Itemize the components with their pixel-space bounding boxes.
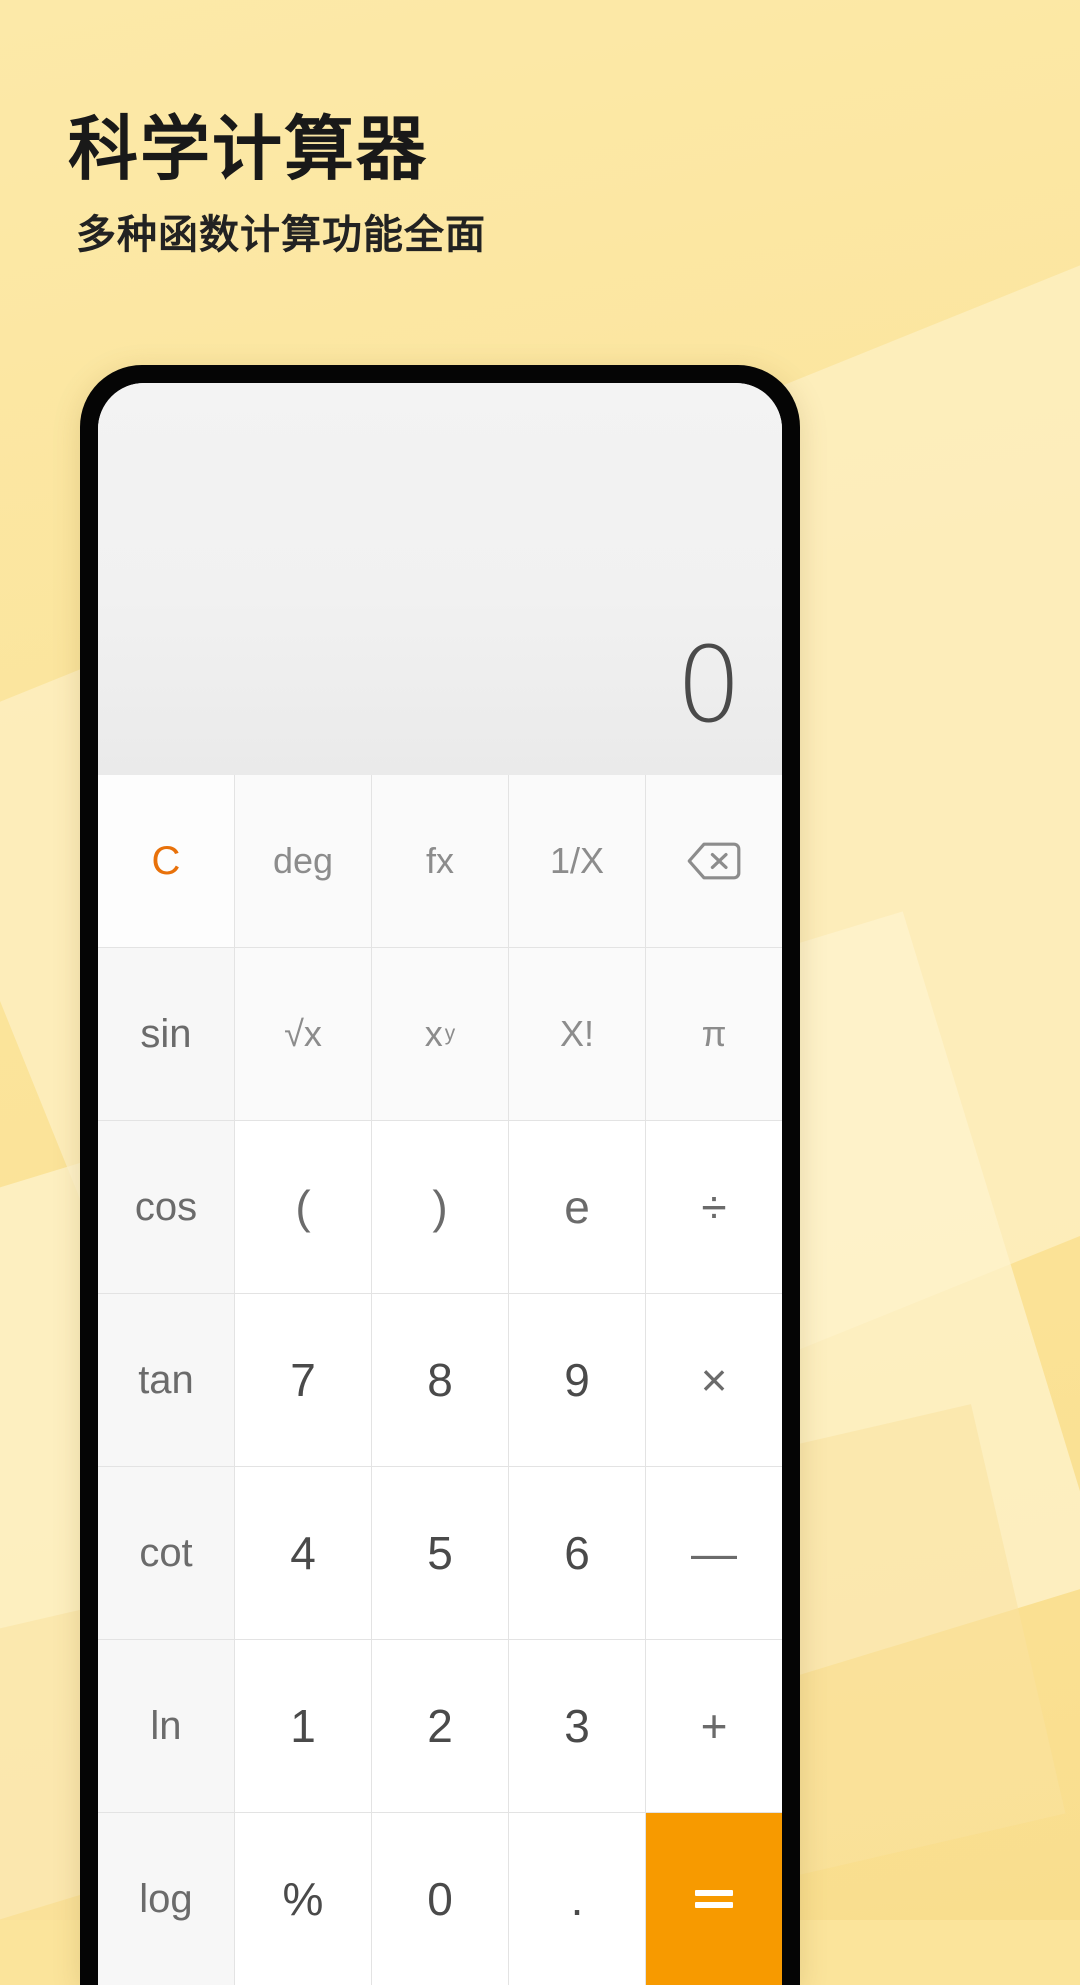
key-ln[interactable]: ln — [98, 1640, 234, 1812]
key-label: ) — [432, 1181, 448, 1233]
key-0[interactable]: 0 — [372, 1813, 508, 1985]
key-label: ÷ — [701, 1181, 727, 1233]
key-decimal[interactable]: . — [509, 1813, 645, 1985]
key-label-exponent: y — [444, 1022, 456, 1045]
key-label: π — [701, 1013, 727, 1054]
key-log[interactable]: log — [98, 1813, 234, 1985]
key-label: — — [691, 1527, 737, 1579]
key-6[interactable]: 6 — [509, 1467, 645, 1639]
phone-screen: 0 Cdeg fx 1/X sin √x x y X! π cos () e ÷ tan 7 8 9 × cot 4 5… — [98, 383, 782, 1985]
keypad-row: cot 4 5 6 — — [98, 1467, 782, 1639]
key-fx[interactable]: fx — [372, 775, 508, 947]
key-label: deg — [272, 840, 334, 881]
key-cos[interactable]: cos — [98, 1121, 234, 1293]
key-8[interactable]: 8 — [372, 1294, 508, 1466]
key-label: 1/X — [549, 840, 605, 881]
key-deg[interactable]: deg — [235, 775, 371, 947]
key-label: e — [564, 1181, 590, 1233]
key-label: log — [139, 1876, 193, 1921]
key-paren-open[interactable]: ( — [235, 1121, 371, 1293]
key-percent[interactable]: % — [235, 1813, 371, 1985]
keypad-row: sin √x x y X! π — [98, 948, 782, 1120]
keypad-row: cos () e ÷ — [98, 1121, 782, 1293]
key-2[interactable]: 2 — [372, 1640, 508, 1812]
key-subtract[interactable]: — — [646, 1467, 782, 1639]
calculator-keypad: Cdeg fx 1/X sin √x x y X! π cos () e ÷ tan 7 8 9 × cot 4 5 6 —… — [98, 775, 782, 1985]
keypad-row: ln 1 2 3 + — [98, 1640, 782, 1812]
key-factorial[interactable]: X! — [509, 948, 645, 1120]
display-value: 0 — [675, 624, 742, 746]
key-label: ln — [150, 1703, 182, 1748]
key-label: x — [424, 1013, 443, 1054]
key-reciprocal[interactable]: 1/X — [509, 775, 645, 947]
key-sin[interactable]: sin — [98, 948, 234, 1120]
key-7[interactable]: 7 — [235, 1294, 371, 1466]
key-1[interactable]: 1 — [235, 1640, 371, 1812]
key-9[interactable]: 9 — [509, 1294, 645, 1466]
backspace-icon — [686, 841, 742, 881]
key-label: 1 — [290, 1700, 316, 1752]
equals-icon — [691, 1884, 737, 1914]
key-label: 2 — [427, 1700, 453, 1752]
key-sqrt[interactable]: √x — [235, 948, 371, 1120]
key-label: 0 — [427, 1873, 453, 1925]
key-label: √x — [284, 1013, 322, 1054]
key-label: X! — [559, 1013, 594, 1054]
key-label: C — [151, 838, 181, 883]
key-label: tan — [138, 1357, 194, 1402]
key-paren-close[interactable]: ) — [372, 1121, 508, 1293]
key-equals[interactable] — [646, 1813, 782, 1985]
key-tan[interactable]: tan — [98, 1294, 234, 1466]
keypad-row: log% 0. — [98, 1813, 782, 1985]
key-label: 3 — [564, 1700, 590, 1752]
key-label: ( — [295, 1181, 311, 1233]
key-label: cot — [139, 1530, 193, 1575]
key-label: . — [570, 1873, 584, 1925]
key-euler[interactable]: e — [509, 1121, 645, 1293]
page-title: 科学计算器 — [68, 110, 428, 188]
key-label: × — [700, 1354, 728, 1406]
key-cot[interactable]: cot — [98, 1467, 234, 1639]
key-multiply[interactable]: × — [646, 1294, 782, 1466]
keypad-row: tan 7 8 9 × — [98, 1294, 782, 1466]
key-4[interactable]: 4 — [235, 1467, 371, 1639]
key-power[interactable]: xy — [372, 948, 508, 1120]
key-3[interactable]: 3 — [509, 1640, 645, 1812]
key-label: sin — [140, 1011, 192, 1056]
calculator-display: 0 — [98, 383, 782, 775]
page-subtitle: 多种函数计算功能全面 — [76, 212, 486, 257]
key-add[interactable]: + — [646, 1640, 782, 1812]
key-label: + — [700, 1700, 728, 1752]
keypad-row: Cdeg fx 1/X — [98, 775, 782, 947]
key-label: 8 — [427, 1354, 453, 1406]
key-backspace[interactable] — [646, 775, 782, 947]
phone-mockup-frame: 0 Cdeg fx 1/X sin √x x y X! π cos () e ÷ tan 7 8 9 × cot 4 5… — [80, 365, 800, 1985]
key-label: 7 — [290, 1354, 316, 1406]
key-pi[interactable]: π — [646, 948, 782, 1120]
key-label: cos — [134, 1184, 198, 1229]
key-label: 6 — [564, 1527, 590, 1579]
key-5[interactable]: 5 — [372, 1467, 508, 1639]
key-label: 5 — [427, 1527, 453, 1579]
key-label: % — [282, 1873, 324, 1925]
promo-headline: 科学计算器 多种函数计算功能全面 — [68, 110, 486, 260]
key-label: 9 — [564, 1354, 590, 1406]
key-clear[interactable]: C — [98, 775, 234, 947]
key-label: fx — [425, 840, 454, 881]
key-divide[interactable]: ÷ — [646, 1121, 782, 1293]
key-label: 4 — [290, 1527, 316, 1579]
